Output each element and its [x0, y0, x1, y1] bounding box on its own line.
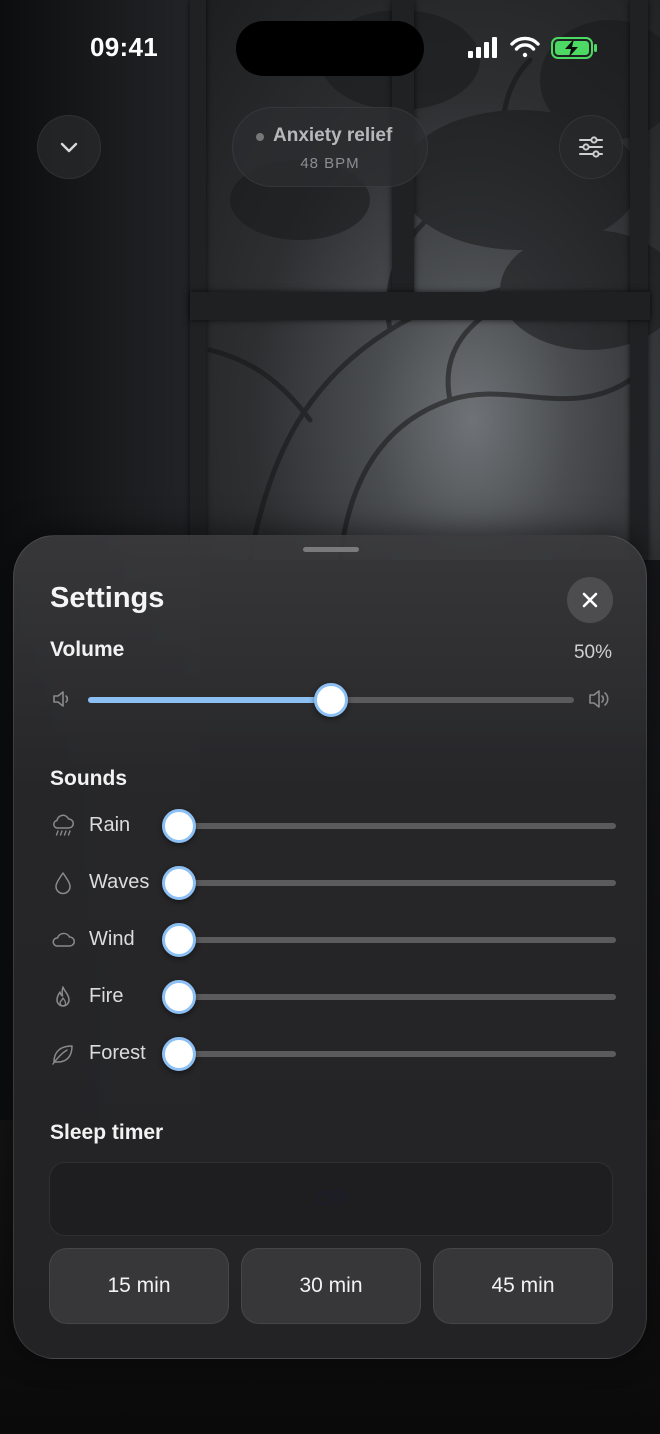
volume-slider-thumb[interactable]	[314, 683, 348, 717]
close-icon	[582, 592, 598, 608]
speaker-low-icon	[53, 691, 69, 707]
settings-sheet: Settings Volume 50% Sounds Rain Waves Wi…	[13, 535, 647, 1359]
signal-icon	[468, 37, 497, 58]
wifi-icon	[510, 36, 540, 58]
sound-row-wind: Wind	[50, 920, 616, 960]
water-drop-icon	[55, 872, 71, 895]
sound-row-fire: Fire	[50, 977, 616, 1017]
sleep-timer-label: Sleep timer	[50, 1121, 164, 1144]
collapse-button[interactable]	[37, 115, 101, 179]
sliders-icon	[579, 136, 603, 158]
battery-charging-icon	[551, 37, 597, 59]
timer-15-button[interactable]: 15 min	[49, 1248, 229, 1324]
sound-row-waves: Waves	[50, 863, 616, 903]
wind-slider[interactable]	[162, 923, 616, 957]
cloud-rain-icon	[53, 814, 74, 836]
chevron-down-icon	[60, 142, 78, 153]
sound-label: Fire	[89, 985, 124, 1007]
status-dot	[256, 133, 264, 141]
waves-slider[interactable]	[162, 866, 616, 900]
sheet-grabber[interactable]	[303, 547, 359, 552]
cloud-icon	[52, 932, 75, 947]
trees-silhouette	[207, 10, 660, 560]
close-button[interactable]	[567, 577, 613, 623]
sound-label: Waves	[89, 871, 150, 893]
status-icons	[468, 36, 597, 59]
leaf-icon	[52, 1045, 73, 1065]
waves-slider-thumb[interactable]	[162, 866, 196, 900]
now-playing-bpm: 48 BPM	[300, 155, 360, 172]
rain-slider[interactable]	[162, 809, 616, 843]
timer-off-button[interactable]: Off	[49, 1162, 613, 1236]
sound-row-forest: Forest	[50, 1034, 616, 1074]
speaker-high-icon	[589, 690, 609, 708]
timer-off-label: Off	[315, 1187, 347, 1210]
window-frame	[630, 0, 648, 560]
wind-slider-thumb[interactable]	[162, 923, 196, 957]
timer-30-button[interactable]: 30 min	[241, 1248, 421, 1324]
sheet-title: Settings	[50, 582, 165, 614]
volume-value: 50%	[573, 642, 612, 663]
forest-slider[interactable]	[162, 1037, 616, 1071]
volume-slider-fill	[88, 697, 331, 703]
timer-45-button[interactable]: 45 min	[433, 1248, 613, 1324]
sound-row-rain: Rain	[50, 806, 616, 846]
flame-icon	[56, 986, 70, 1007]
sound-label: Rain	[89, 814, 131, 836]
volume-label: Volume	[50, 638, 125, 661]
sound-label: Forest	[89, 1042, 146, 1064]
fire-slider-thumb[interactable]	[162, 980, 196, 1014]
forest-slider-thumb[interactable]	[162, 1037, 196, 1071]
now-playing-title: Anxiety relief	[273, 125, 393, 146]
now-playing-pill[interactable]: Anxiety relief 48 BPM	[232, 107, 428, 187]
sounds-label: Sounds	[50, 767, 127, 790]
mixer-button[interactable]	[559, 115, 623, 179]
window-frame	[190, 0, 206, 560]
sound-label: Wind	[89, 928, 135, 950]
dynamic-island	[236, 21, 424, 76]
rain-slider-thumb[interactable]	[162, 809, 196, 843]
status-time: 09:41	[90, 32, 158, 62]
fire-slider[interactable]	[162, 980, 616, 1014]
window-frame	[190, 292, 650, 320]
volume-slider[interactable]	[88, 683, 574, 717]
